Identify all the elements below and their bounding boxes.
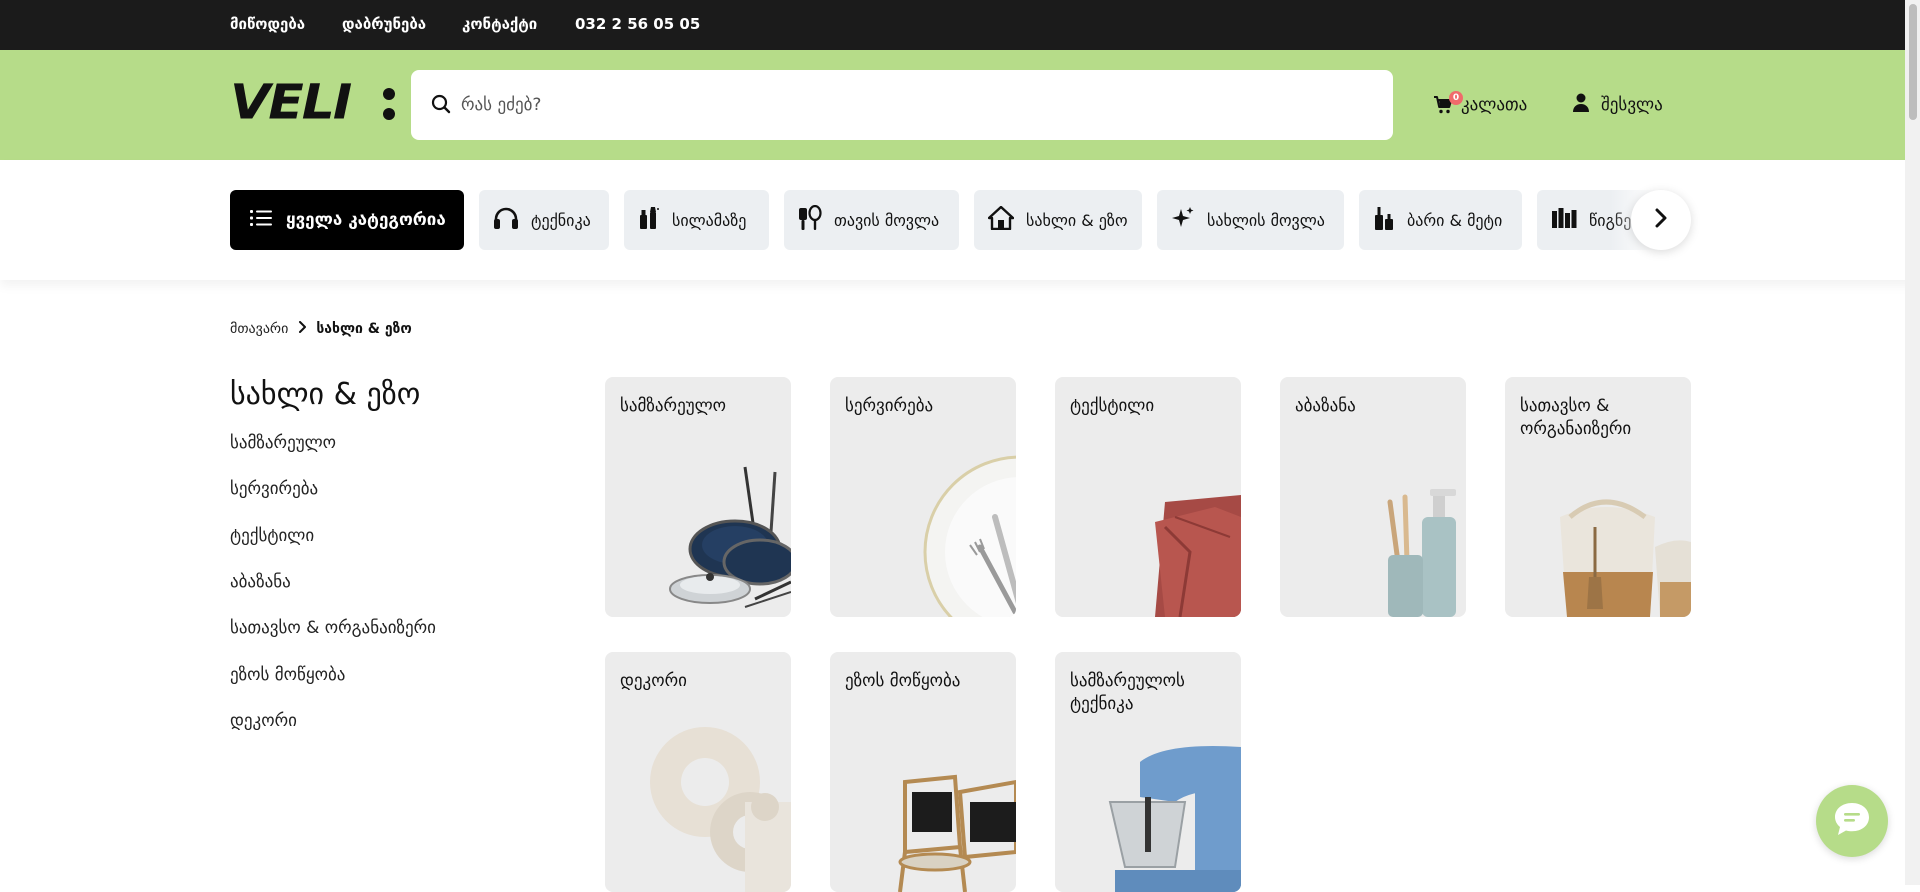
- main-header: VELI 0 კალათა შესვლა: [0, 50, 1920, 160]
- subcategory-title: ეზოს მოწყობა: [845, 671, 961, 691]
- category-chip-label: ტექნიკა: [531, 210, 591, 230]
- category-chip-hair-care[interactable]: თავის მოვლა: [784, 190, 959, 250]
- category-chip-label: თავის მოვლა: [834, 210, 940, 230]
- breadcrumb-home-link[interactable]: მთავარი: [230, 321, 288, 337]
- user-icon: [1573, 93, 1589, 118]
- subcategory-card-bathroom[interactable]: აბაზანა: [1280, 377, 1466, 617]
- page-scrollbar[interactable]: [1905, 0, 1920, 885]
- scrollbar-thumb[interactable]: [1909, 4, 1917, 120]
- chat-bubble-icon: [1832, 800, 1872, 842]
- sidebar-item-storage[interactable]: სათავსო & ორგანაიზერი: [230, 618, 436, 638]
- subcategory-title: დეკორი: [620, 671, 687, 691]
- subcategory-title: ტექსტილი: [1070, 396, 1155, 416]
- sidebar-item-garden[interactable]: ეზოს მოწყობა: [230, 665, 345, 685]
- category-chip-label: სილამაზე: [672, 210, 747, 230]
- delivery-link[interactable]: მიწოდება: [230, 15, 305, 33]
- hair-care-icon: [798, 204, 822, 235]
- category-chip-home-care[interactable]: სახლის მოვლა: [1157, 190, 1344, 250]
- cart-icon: 0: [1433, 91, 1463, 115]
- cart-label: კალათა: [1461, 95, 1528, 115]
- chevron-right-icon: [1654, 208, 1668, 232]
- category-chip-electronics[interactable]: ტექნიკა: [479, 190, 609, 250]
- cart-count-badge: 0: [1449, 91, 1463, 105]
- subcategory-title: აბაზანა: [1295, 396, 1356, 416]
- category-next-button[interactable]: [1631, 190, 1691, 250]
- category-chip-beauty[interactable]: სილამაზე: [624, 190, 769, 250]
- login-label: შესვლა: [1601, 95, 1663, 115]
- subcategory-card-kitchen[interactable]: სამზარეულო: [605, 377, 791, 617]
- search-input[interactable]: [461, 84, 1361, 126]
- subcategory-card-textile[interactable]: ტექსტილი: [1055, 377, 1241, 617]
- subcategory-title: სამზარეულო: [620, 396, 727, 416]
- subcategory-card-kitchen-appliances[interactable]: სამზარეულოს ტექნიკა: [1055, 652, 1241, 892]
- list-icon: [250, 209, 272, 232]
- bottles-icon: [1373, 205, 1395, 235]
- books-icon: [1551, 207, 1577, 233]
- headphones-icon: [493, 206, 519, 234]
- search-icon[interactable]: [431, 94, 451, 118]
- login-button[interactable]: შესვლა: [1573, 92, 1663, 118]
- subcategory-card-garden[interactable]: ეზოს მოწყობა: [830, 652, 1016, 892]
- subcategory-title: სათავსო & ორგანაიზერი: [1520, 396, 1632, 439]
- cosmetics-icon: [638, 206, 660, 234]
- subcategory-card-serving[interactable]: სერვირება: [830, 377, 1016, 617]
- category-chip-bar[interactable]: ბარი & მეტი: [1359, 190, 1522, 250]
- category-row: ყველა კატეგორია ტექნიკა სილამაზე თავის მ…: [230, 190, 1690, 250]
- subcategory-title: სამზარეულოს ტექნიკა: [1070, 671, 1185, 714]
- all-categories-label: ყველა კატეგორია: [286, 210, 446, 230]
- sidebar-item-textile[interactable]: ტექსტილი: [230, 526, 314, 546]
- subcategory-title: სერვირება: [845, 396, 934, 416]
- veli-logo[interactable]: VELI: [230, 75, 398, 130]
- category-chip-label: ბარი & მეტი: [1407, 210, 1503, 230]
- sidebar-item-kitchen[interactable]: სამზარეულო: [230, 433, 336, 453]
- page-title: სახლი & ეზო: [230, 377, 421, 412]
- subcategory-card-storage[interactable]: სათავსო & ორგანაიზერი: [1505, 377, 1691, 617]
- all-categories-button[interactable]: ყველა კატეგორია: [230, 190, 464, 250]
- phone-number[interactable]: 032 2 56 05 05: [575, 15, 700, 33]
- sidebar-item-decor[interactable]: დეკორი: [230, 711, 297, 731]
- svg-text:VELI: VELI: [230, 80, 352, 126]
- breadcrumb-current: სახლი & ეზო: [316, 321, 412, 337]
- subcategory-card-decor[interactable]: დეკორი: [605, 652, 791, 892]
- category-chip-label: სახლი & ეზო: [1026, 210, 1128, 230]
- category-chip-label: სახლის მოვლა: [1207, 210, 1325, 230]
- contact-link[interactable]: კონტაქტი: [462, 15, 537, 33]
- sidebar-item-bathroom[interactable]: აბაზანა: [230, 572, 291, 592]
- returns-link[interactable]: დაბრუნება: [342, 15, 426, 33]
- chevron-right-icon: [298, 321, 307, 337]
- house-icon: [987, 205, 1015, 234]
- sidebar-item-serving[interactable]: სერვირება: [230, 479, 318, 499]
- sparkle-icon: [1171, 206, 1195, 234]
- cart-button[interactable]: 0 კალათა: [1433, 91, 1528, 118]
- chat-button[interactable]: [1816, 785, 1888, 857]
- search-box: [411, 70, 1393, 140]
- breadcrumb: მთავარი სახლი & ეზო: [230, 321, 412, 337]
- category-chip-home-garden[interactable]: სახლი & ეზო: [974, 190, 1142, 250]
- top-info-bar: მიწოდება დაბრუნება კონტაქტი 032 2 56 05 …: [0, 0, 1920, 50]
